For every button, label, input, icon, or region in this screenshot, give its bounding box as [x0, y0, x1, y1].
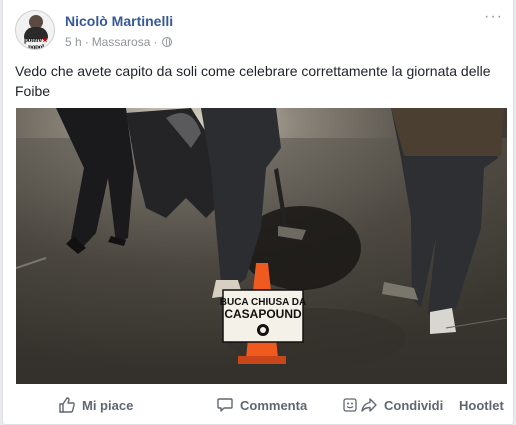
comment-label: Commenta — [240, 397, 308, 413]
emoji-icon — [343, 398, 357, 412]
globe-icon[interactable] — [162, 37, 173, 47]
share-arrow-icon — [361, 398, 377, 412]
comment-button[interactable]: Commenta — [216, 393, 307, 417]
post-meta: 5 h · Massarosa · — [65, 35, 173, 49]
emoji-button[interactable] — [343, 393, 357, 417]
share-button[interactable]: Condividi — [360, 393, 443, 417]
post-card: potere★ popol Nicolò Martinelli 5 h · Mas… — [2, 0, 514, 425]
hootlet-label: Hootlet — [459, 397, 504, 413]
thumbs-up-icon — [59, 397, 75, 413]
turtle-logo-inner — [260, 327, 266, 333]
meta-separator: · — [84, 35, 89, 49]
post-text: Vedo che avete capito da soli come celeb… — [15, 63, 491, 99]
hootlet-button[interactable]: Hootlet — [459, 393, 504, 417]
post-header: potere★ popol Nicolò Martinelli 5 h · Mas… — [15, 9, 503, 54]
protest-sign: BUCA CHIUSA DA CASAPOUND — [220, 289, 306, 343]
post-photo[interactable]: BUCA CHIUSA DA CASAPOUND — [16, 108, 507, 384]
author-name[interactable]: Nicolò Martinelli — [65, 13, 173, 29]
like-button[interactable]: Mi piace — [58, 393, 133, 417]
post-time[interactable]: 5 h — [65, 35, 82, 49]
avatar-text: potere★ popol — [24, 36, 48, 50]
photo-scene: BUCA CHIUSA DA CASAPOUND — [16, 108, 507, 384]
post-location[interactable]: Massarosa — [92, 35, 151, 49]
avatar[interactable]: potere★ popol — [15, 10, 55, 50]
more-options-button[interactable]: ··· — [484, 9, 503, 25]
sign-line-2: CASAPOUND — [224, 307, 302, 321]
meta-separator: · — [153, 35, 158, 49]
share-label: Condividi — [384, 397, 444, 413]
post-actions-bar: Mi piace Commenta Condividi Hootlet — [3, 389, 513, 421]
like-label: Mi piace — [82, 397, 134, 413]
comment-icon — [217, 398, 233, 412]
